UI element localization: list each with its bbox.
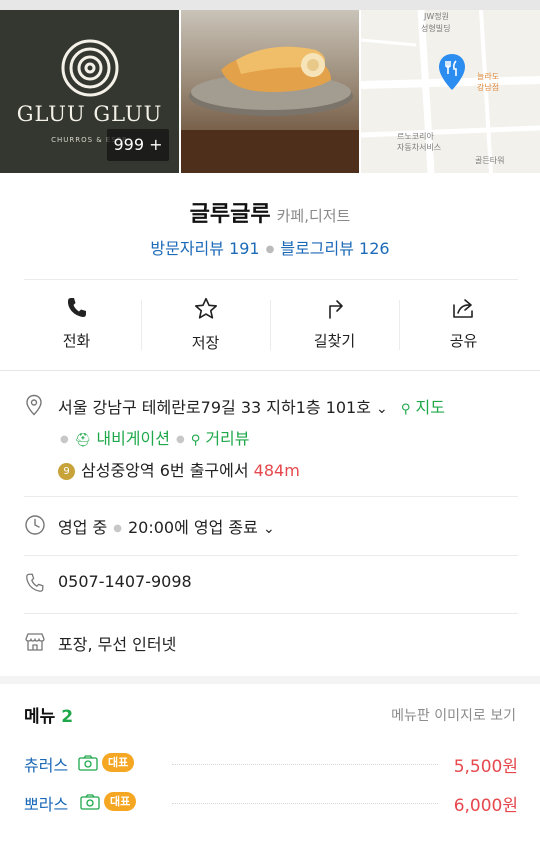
map-label: 르노코리아 <box>397 132 434 141</box>
map-label: 성형빌딩 <box>421 24 451 33</box>
action-label: 전화 <box>62 332 91 350</box>
divider <box>24 496 518 497</box>
street-view-link[interactable]: ⚲ 거리뷰 <box>191 429 250 448</box>
photo-map[interactable]: JW정원 성형빌딩 늘라도 강남점 르노코리아 자동차서비스 골든타워 <box>361 10 540 173</box>
action-label: 길찾기 <box>313 332 356 350</box>
camera-icon <box>80 794 100 810</box>
blog-reviews-link[interactable]: 블로그리뷰 126 <box>280 239 389 258</box>
menu-item-price: 5,500원 <box>453 757 518 777</box>
subway-row: 9 삼성중앙역 6번 출구에서 484m <box>24 457 524 480</box>
review-row: 방문자리뷰 191 ● 블로그리뷰 126 <box>0 235 540 259</box>
map-label: 자동차서비스 <box>397 143 442 152</box>
address-text[interactable]: 서울 강남구 테헤란로79길 33 지하1층 101호 <box>58 398 371 417</box>
menu-item-name: 츄러스 <box>24 756 69 775</box>
nav-row: ● ⛑ 내비게이션 ● ⚲ 거리뷰 <box>24 425 524 448</box>
action-bar: 전화 저장 길찾기 공유 <box>12 282 528 368</box>
directions-button[interactable]: 길찾기 <box>270 282 399 368</box>
map-pin-small-icon: ⚲ <box>400 402 411 417</box>
section-gap <box>0 676 540 684</box>
place-name: 글루글루 <box>189 202 271 227</box>
signature-badge: 대표 <box>102 753 135 772</box>
spiral-logo-icon <box>61 39 119 97</box>
car-icon: ⛑ <box>74 433 92 448</box>
photo-food[interactable] <box>181 10 359 173</box>
menu-item[interactable]: 뽀라스 대표 6,000원 <box>24 791 518 816</box>
map-label: JW정원 <box>424 12 449 21</box>
map-label: 골든타워 <box>475 156 505 165</box>
phone-icon <box>67 298 86 317</box>
menu-title: 메뉴 <box>24 707 56 727</box>
amenities-row: 포장, 무선 인터넷 <box>24 631 524 655</box>
separator-dot: ● <box>60 434 69 445</box>
separator-dot: ● <box>265 244 275 255</box>
photo-logo[interactable]: GLUU GLUU CHURROS & ESPR 999 + <box>0 10 179 173</box>
photo-count-badge[interactable]: 999 + <box>107 129 169 161</box>
divider <box>24 555 518 556</box>
location-pin-icon <box>26 394 42 416</box>
menu-count: 2 <box>61 707 74 727</box>
amenities-text: 포장, 무선 인터넷 <box>58 635 177 654</box>
directions-icon <box>328 300 343 319</box>
hours-row[interactable]: 영업 중 ● 20:00에 영업 종료 ⌄ <box>24 514 524 538</box>
clock-icon <box>25 515 45 535</box>
star-icon <box>194 297 217 319</box>
status-bar <box>0 0 540 10</box>
menu-item-name: 뽀라스 <box>24 795 69 814</box>
place-category: 카페,디저트 <box>276 207 351 225</box>
phone-outline-icon <box>26 573 44 592</box>
map-label: 늘라도 <box>477 72 500 81</box>
store-icon <box>25 633 45 651</box>
dotted-leader <box>172 764 438 765</box>
menu-heading: 메뉴 2 <box>24 702 73 727</box>
hours-detail: 20:00에 영업 종료 <box>127 518 258 537</box>
signature-badge: 대표 <box>104 792 137 811</box>
street-view-pin-icon: ⚲ <box>190 433 201 448</box>
subway-station: 삼성중앙역 <box>81 461 155 480</box>
camera-icon <box>78 755 98 771</box>
visitor-reviews-link[interactable]: 방문자리뷰 191 <box>150 239 259 258</box>
map-label: 강남점 <box>477 83 500 92</box>
map-pin-icon <box>439 54 465 90</box>
menu-image-link[interactable]: 메뉴판 이미지로 보기 <box>391 705 516 725</box>
phone-number[interactable]: 0507-1407-9098 <box>58 572 192 591</box>
call-button[interactable]: 전화 <box>12 282 141 368</box>
address-row: 서울 강남구 테헤란로79길 33 지하1층 101호 ⌄ ⚲ 지도 <box>24 394 524 418</box>
phone-row[interactable]: 0507-1407-9098 <box>24 572 524 596</box>
navigation-link[interactable]: ⛑ 내비게이션 <box>75 429 170 448</box>
logo-text: GLUU GLUU <box>16 102 163 126</box>
action-label: 저장 <box>191 334 220 352</box>
navigation-label: 내비게이션 <box>96 429 170 448</box>
dotted-leader <box>172 803 438 804</box>
map-link[interactable]: ⚲ 지도 <box>401 398 445 417</box>
street-view-label: 거리뷰 <box>205 429 250 448</box>
title-row: 글루글루 카페,디저트 <box>0 196 540 228</box>
photo-strip: GLUU GLUU CHURROS & ESPR 999 + JW정원 성형빌딩… <box>0 10 540 173</box>
divider <box>24 279 518 280</box>
subway-exit: 6번 출구에서 <box>159 461 249 480</box>
menu-item[interactable]: 츄러스 대표 5,500원 <box>24 752 518 777</box>
separator-dot: ● <box>175 434 185 445</box>
hours-status: 영업 중 <box>58 518 108 537</box>
chevron-down-icon[interactable]: ⌄ <box>376 401 388 417</box>
divider <box>0 370 540 371</box>
subway-line-badge: 9 <box>58 463 75 480</box>
share-icon <box>452 299 473 318</box>
churros-photo <box>181 10 359 173</box>
divider <box>24 613 518 614</box>
save-button[interactable]: 저장 <box>141 282 270 368</box>
map-link-label: 지도 <box>415 398 445 417</box>
share-button[interactable]: 공유 <box>399 282 528 368</box>
separator-dot: ● <box>113 523 122 534</box>
menu-item-price: 6,000원 <box>453 796 518 816</box>
subway-distance: 484m <box>253 461 300 480</box>
action-label: 공유 <box>449 332 478 350</box>
chevron-down-icon[interactable]: ⌄ <box>263 521 275 537</box>
